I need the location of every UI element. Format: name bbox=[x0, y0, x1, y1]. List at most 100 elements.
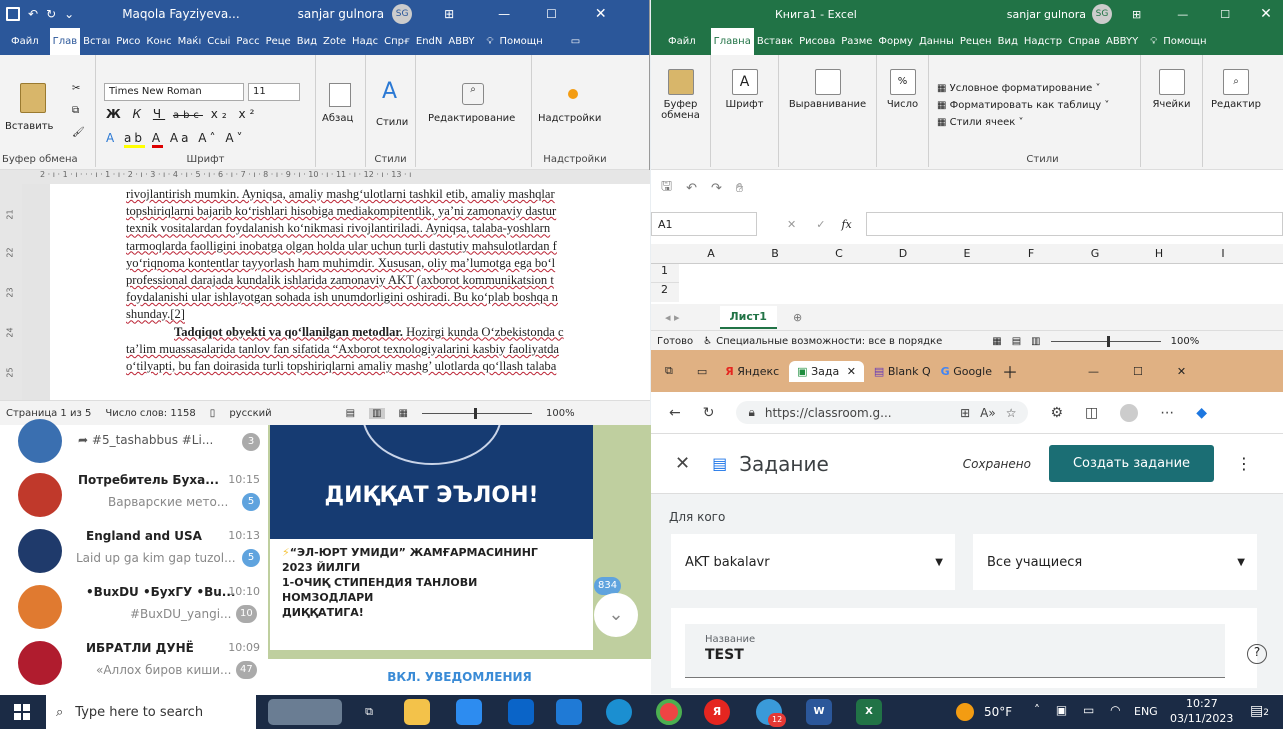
workspaces-icon[interactable]: ⧉ bbox=[665, 364, 673, 378]
tab-addins[interactable]: Надстр bbox=[1021, 36, 1065, 47]
tab-draw[interactable]: Рисо bbox=[113, 36, 143, 47]
font-icon[interactable]: A bbox=[731, 69, 758, 95]
ribbon-display-icon[interactable]: ⊞ bbox=[1132, 8, 1141, 21]
minimize-icon[interactable]: — bbox=[498, 7, 510, 21]
format-table-button[interactable]: ▦ Форматировать как таблицу ˅ bbox=[937, 100, 1140, 111]
more-options-icon[interactable]: ⋮ bbox=[1236, 454, 1252, 473]
close-icon[interactable]: ✕ bbox=[1177, 365, 1186, 378]
chat-item[interactable]: •BuxDU •БухГУ •Bu... 10:10 #BuxDU_yangi.… bbox=[0, 577, 268, 633]
percent-icon[interactable]: % bbox=[889, 69, 916, 95]
formula-input[interactable] bbox=[865, 212, 1283, 236]
underline-button[interactable]: Ч bbox=[153, 107, 165, 121]
cancel-icon[interactable]: ✕ bbox=[787, 218, 796, 231]
close-assignment-icon[interactable]: ✕ bbox=[675, 453, 690, 474]
chat-item[interactable]: Потребитель Буха... 10:15 Варварские мет… bbox=[0, 465, 268, 521]
tab-google[interactable]: G Google bbox=[941, 365, 992, 378]
column-header[interactable]: G bbox=[1063, 247, 1127, 260]
styles-icon[interactable]: A bbox=[382, 79, 397, 104]
maximize-icon[interactable]: ☐ bbox=[546, 7, 557, 21]
chat-item[interactable]: England and USA 10:13 Laid up ga kim gap… bbox=[0, 521, 268, 577]
paragraph-icon[interactable] bbox=[329, 83, 351, 107]
column-header[interactable]: C bbox=[807, 247, 871, 260]
excel-taskbar-icon[interactable]: X bbox=[856, 699, 882, 725]
comments-icon[interactable]: ▭ bbox=[568, 36, 583, 47]
notifications-icon[interactable]: ▤2 bbox=[1250, 703, 1269, 719]
calculator-icon[interactable] bbox=[456, 699, 482, 725]
zoom-slider[interactable] bbox=[421, 407, 532, 419]
styles-button[interactable]: Стили bbox=[376, 117, 408, 128]
tray-icons[interactable]: ˄ ▣ ▭ ◠ bbox=[1034, 703, 1127, 717]
tab-review[interactable]: Рецен bbox=[957, 36, 995, 47]
row-header[interactable]: 2 bbox=[651, 283, 679, 302]
sheet-tab[interactable]: Лист1 bbox=[719, 305, 777, 329]
paragraph-button[interactable]: Абзац bbox=[322, 113, 353, 124]
lock-icon[interactable]: 🔒︎ bbox=[748, 405, 754, 420]
zoom-level[interactable]: 100% bbox=[1171, 336, 1200, 347]
yandex-browser-icon[interactable]: Я bbox=[704, 699, 730, 725]
undo-icon[interactable]: ↶ bbox=[28, 7, 38, 21]
tab-home[interactable]: Главна bbox=[710, 28, 754, 55]
change-case-icon[interactable]: Aa bbox=[170, 131, 192, 145]
clock-date[interactable]: 03/11/2023 bbox=[1170, 712, 1233, 725]
search-icon[interactable]: ⌕ bbox=[1223, 69, 1249, 95]
title-field[interactable]: Название TEST bbox=[685, 624, 1225, 678]
undo-icon[interactable]: ↶ bbox=[686, 181, 697, 196]
add-sheet-icon[interactable]: ⊕ bbox=[793, 311, 802, 324]
ribbon-display-icon[interactable]: ⊞ bbox=[444, 7, 454, 21]
cut-icon[interactable]: ✂ bbox=[72, 83, 80, 94]
cells-button[interactable]: Ячейки bbox=[1141, 99, 1202, 110]
addins-button[interactable]: Надстройки bbox=[538, 113, 601, 124]
file-explorer-icon[interactable] bbox=[404, 699, 430, 725]
tab-layout[interactable]: Маќı bbox=[175, 36, 205, 47]
sheet-nav-icon[interactable]: ◂ ▸ bbox=[665, 311, 680, 324]
weather-icon[interactable] bbox=[956, 703, 974, 721]
font-name-select[interactable]: Times New Roman bbox=[104, 83, 244, 101]
accessibility-icon[interactable]: ♿︎ bbox=[703, 336, 712, 347]
tab-view[interactable]: Вид bbox=[294, 36, 320, 47]
read-mode-icon[interactable]: ▤ bbox=[346, 408, 355, 419]
document-page[interactable]: rivojlantirish mumkin. Ayniqsa, amaliy m… bbox=[50, 184, 650, 400]
scroll-down-button[interactable]: ⌄ bbox=[594, 593, 638, 637]
page-layout-icon[interactable]: ▤ bbox=[1012, 336, 1021, 347]
tab-review[interactable]: Реце bbox=[263, 36, 294, 47]
tab-formulas[interactable]: Форму bbox=[875, 36, 916, 47]
word-taskbar-icon[interactable]: W bbox=[806, 699, 832, 725]
column-header[interactable]: I bbox=[1191, 247, 1255, 260]
tab-help[interactable]: Справ bbox=[1065, 36, 1103, 47]
search-icon[interactable]: ⌕ bbox=[462, 83, 484, 105]
close-icon[interactable]: ✕ bbox=[1260, 6, 1272, 22]
normal-view-icon[interactable]: ▦ bbox=[992, 336, 1001, 347]
tab-data[interactable]: Данны bbox=[916, 36, 957, 47]
minimize-icon[interactable]: — bbox=[1088, 365, 1099, 378]
extensions-icon[interactable]: ⚙ bbox=[1050, 405, 1063, 421]
read-aloud-icon[interactable]: A» bbox=[980, 406, 996, 420]
enter-icon[interactable]: ✓ bbox=[816, 218, 825, 231]
split-screen-icon[interactable]: ◫ bbox=[1085, 405, 1098, 421]
highlight-icon[interactable]: ab bbox=[124, 131, 146, 148]
customize-icon[interactable]: ⌄ bbox=[64, 7, 74, 21]
zoom-slider[interactable] bbox=[1050, 336, 1161, 347]
superscript-button[interactable]: x² bbox=[239, 107, 259, 121]
maximize-icon[interactable]: ☐ bbox=[1133, 365, 1143, 378]
paste-icon[interactable] bbox=[20, 83, 46, 113]
close-icon[interactable]: ✕ bbox=[595, 6, 607, 22]
format-painter-icon[interactable]: 🖌︎ bbox=[72, 127, 85, 138]
cells-icon[interactable] bbox=[1158, 69, 1185, 95]
number-button[interactable]: Число bbox=[877, 99, 928, 110]
chat-item[interactable]: ➦ #5_tashabbus #Li... 3 bbox=[0, 411, 268, 467]
widget-icon[interactable] bbox=[268, 699, 342, 725]
redo-icon[interactable]: ↻ bbox=[46, 7, 56, 21]
zoom-level[interactable]: 100% bbox=[546, 408, 575, 419]
print-layout-icon[interactable]: ▥ bbox=[369, 407, 385, 419]
shrink-font-icon[interactable]: A˅ bbox=[225, 131, 245, 145]
accessibility-status[interactable]: Специальные возможности: все в порядке bbox=[716, 336, 942, 347]
taskbar-search[interactable]: ⌕ Type here to search bbox=[46, 695, 256, 729]
mail-icon[interactable] bbox=[508, 699, 534, 725]
subscript-button[interactable]: x₂ bbox=[211, 107, 231, 121]
chrome-icon[interactable] bbox=[656, 699, 682, 725]
copy-icon[interactable]: ⧉ bbox=[72, 105, 79, 116]
more-icon[interactable]: ⋯ bbox=[1160, 405, 1174, 421]
notifications-button[interactable]: ВКЛ. УВЕДОМЛЕНИЯ bbox=[268, 659, 651, 695]
user-avatar[interactable]: SG bbox=[392, 4, 413, 24]
tab-tell-me[interactable]: Помощн bbox=[1160, 36, 1209, 47]
